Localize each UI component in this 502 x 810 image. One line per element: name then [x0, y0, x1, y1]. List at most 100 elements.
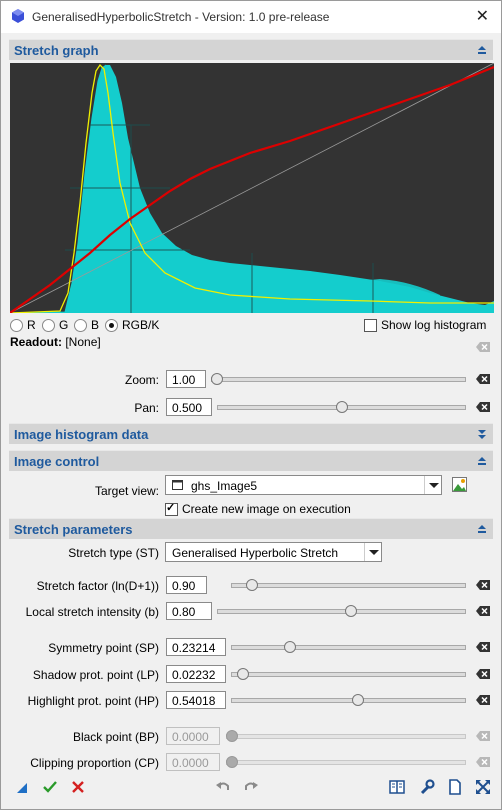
black-point-knob — [226, 730, 238, 742]
pan-field[interactable]: 0.500 — [166, 398, 212, 416]
collapse-icon[interactable] — [475, 454, 489, 468]
shadow-field[interactable]: 0.02232 — [166, 665, 226, 683]
apply-icon[interactable] — [42, 779, 58, 795]
new-image-icon[interactable] — [452, 477, 467, 492]
clipping-field: 0.0000 — [166, 753, 220, 771]
radio-b-dot[interactable] — [74, 318, 87, 332]
show-log-box[interactable] — [364, 318, 377, 332]
zoom-slider-knob[interactable] — [211, 373, 223, 385]
radio-r-label: R — [27, 318, 36, 332]
new-instance-icon[interactable] — [14, 779, 30, 795]
radio-r-dot[interactable] — [10, 318, 23, 332]
section-title: Image histogram data — [14, 427, 149, 442]
show-log-label: Show log histogram — [381, 318, 487, 332]
highlight-label: Highlight prot. point (HP) — [27, 694, 159, 708]
window-title: GeneralisedHyperbolicStretch - Version: … — [32, 10, 330, 24]
radio-g[interactable]: G — [42, 318, 68, 332]
highlight-slider[interactable] — [231, 693, 466, 707]
shadow-slider[interactable] — [231, 667, 466, 681]
stretch-factor-field[interactable]: 0.90 — [166, 576, 207, 594]
expand-icon[interactable] — [475, 427, 489, 441]
document-icon[interactable] — [447, 779, 463, 795]
section-title: Image control — [14, 454, 100, 469]
reset-clipping-icon — [476, 757, 490, 767]
symmetry-slider[interactable] — [231, 640, 466, 654]
radio-b-label: B — [91, 318, 100, 332]
radio-b[interactable]: B — [74, 318, 99, 332]
readout-value: [None] — [65, 335, 101, 349]
pan-slider[interactable] — [217, 400, 466, 414]
black-point-field: 0.0000 — [166, 727, 220, 745]
local-intensity-slider[interactable] — [217, 604, 466, 618]
shadow-label: Shadow prot. point (LP) — [32, 668, 159, 682]
stretch-factor-knob[interactable] — [246, 579, 259, 591]
reset-stretch-factor-icon[interactable] — [476, 580, 490, 590]
documentation-icon[interactable] — [389, 779, 405, 795]
target-view-value: ghs_Image5 — [191, 479, 258, 493]
resize-icon[interactable] — [475, 779, 491, 795]
wrench-icon[interactable] — [419, 779, 435, 795]
target-view-select[interactable]: ghs_Image5 — [165, 475, 442, 495]
section-stretch-graph[interactable]: Stretch graph — [9, 39, 493, 60]
cancel-icon[interactable] — [70, 779, 86, 795]
readout: Readout: [None] — [10, 335, 101, 349]
reset-shadow-icon[interactable] — [476, 669, 490, 679]
radio-rgbk[interactable]: RGB/K — [105, 318, 159, 332]
reset-readout-icon[interactable] — [476, 342, 490, 352]
zoom-field[interactable]: 1.00 — [166, 370, 206, 388]
reset-pan-icon[interactable] — [476, 402, 490, 412]
stretch-type-select[interactable]: Generalised Hyperbolic Stretch — [165, 542, 382, 562]
stretch-graph[interactable] — [10, 63, 494, 313]
pan-label: Pan: — [134, 401, 159, 415]
radio-rgbk-dot[interactable] — [105, 318, 118, 332]
stretch-type-value: Generalised Hyperbolic Stretch — [172, 546, 339, 560]
bottom-toolbar — [1, 779, 501, 803]
stretch-factor-slider[interactable] — [231, 578, 466, 592]
reset-zoom-icon[interactable] — [476, 374, 490, 384]
reset-highlight-icon[interactable] — [476, 695, 490, 705]
app-icon — [12, 9, 24, 23]
collapse-icon[interactable] — [475, 522, 489, 536]
section-title: Stretch graph — [14, 43, 99, 58]
black-point-slider — [226, 729, 466, 743]
reset-symmetry-icon[interactable] — [476, 642, 490, 652]
local-intensity-knob[interactable] — [345, 605, 358, 617]
clipping-label: Clipping proportion (CP) — [30, 756, 159, 770]
create-new-image-label: Create new image on execution — [182, 502, 351, 516]
shadow-knob[interactable] — [236, 668, 249, 680]
zoom-label: Zoom: — [124, 373, 159, 387]
clipping-knob — [226, 756, 238, 768]
app-window: GeneralisedHyperbolicStretch - Version: … — [0, 0, 502, 810]
local-intensity-label: Local stretch intensity (b) — [25, 605, 159, 619]
create-new-image-checkbox[interactable]: Create new image on execution — [165, 501, 351, 516]
section-image-control[interactable]: Image control — [9, 450, 493, 471]
highlight-field[interactable]: 0.54018 — [166, 691, 226, 709]
section-title: Stretch parameters — [14, 522, 133, 537]
collapse-icon[interactable] — [475, 43, 489, 57]
chevron-down-icon[interactable] — [424, 476, 441, 494]
symmetry-knob[interactable] — [283, 641, 296, 653]
pan-slider-knob[interactable] — [335, 401, 348, 413]
stretch-factor-label: Stretch factor (ln(D+1)) — [36, 579, 159, 593]
radio-r[interactable]: R — [10, 318, 36, 332]
local-intensity-field[interactable]: 0.80 — [166, 602, 212, 620]
highlight-knob[interactable] — [351, 694, 364, 706]
create-new-image-box[interactable] — [165, 501, 178, 516]
title-bar: GeneralisedHyperbolicStretch - Version: … — [1, 1, 501, 33]
zoom-slider[interactable] — [211, 372, 466, 386]
image-window-icon — [172, 480, 183, 490]
symmetry-label: Symmetry point (SP) — [48, 641, 159, 655]
radio-g-dot[interactable] — [42, 318, 55, 332]
chevron-down-icon[interactable] — [364, 543, 381, 561]
black-point-label: Black point (BP) — [72, 730, 159, 744]
show-log-histogram-checkbox[interactable]: Show log histogram — [364, 318, 486, 332]
section-histogram-data[interactable]: Image histogram data — [9, 423, 493, 444]
clipping-slider — [226, 755, 466, 769]
readout-label: Readout: — [10, 335, 62, 349]
redo-icon — [245, 782, 258, 790]
reset-black-point-icon — [476, 731, 490, 741]
close-button[interactable]: ✕ — [476, 6, 489, 26]
symmetry-field[interactable]: 0.23214 — [166, 638, 226, 656]
reset-local-intensity-icon[interactable] — [476, 606, 490, 616]
section-stretch-parameters[interactable]: Stretch parameters — [9, 518, 493, 539]
